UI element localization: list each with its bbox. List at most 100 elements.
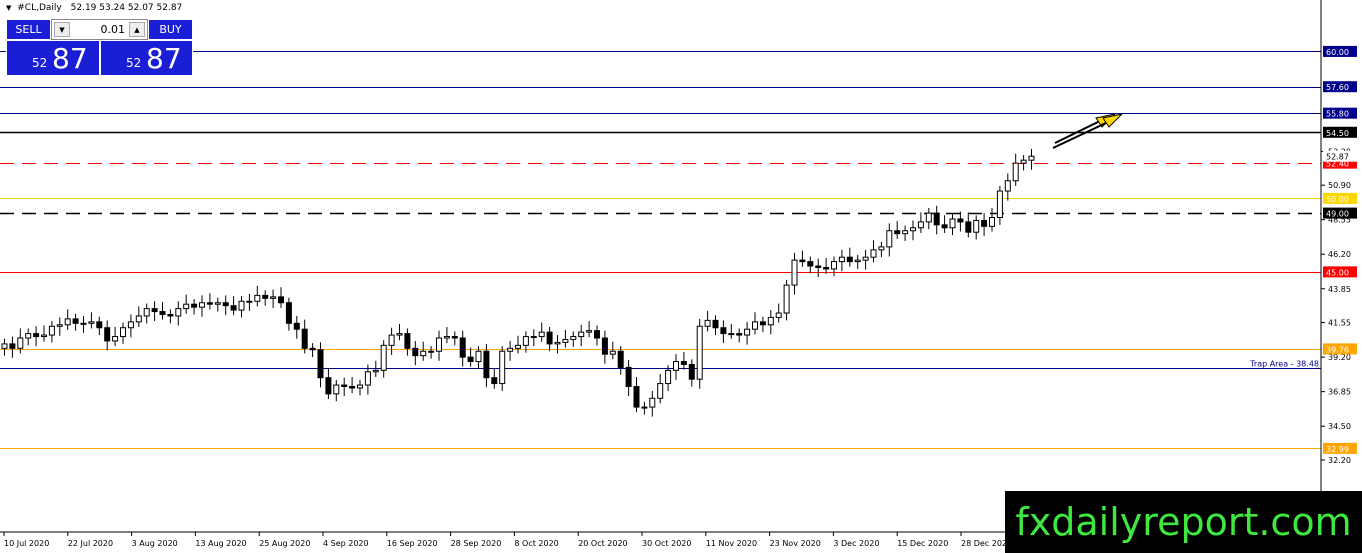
candle: [64, 309, 71, 330]
x-tick-label: 13 Aug 2020: [195, 539, 246, 548]
svg-text:32.99: 32.99: [1326, 445, 1349, 454]
candle: [238, 296, 245, 318]
candle: [246, 293, 253, 311]
candle: [775, 303, 782, 323]
candle: [736, 328, 743, 343]
price-tag: 55.80: [1323, 107, 1357, 119]
triangle-down-icon[interactable]: ▼: [6, 4, 11, 12]
candle: [680, 351, 687, 370]
x-tick-label: 3 Aug 2020: [132, 539, 178, 548]
candle: [712, 315, 719, 336]
candle: [538, 322, 545, 342]
candle: [641, 401, 648, 415]
ohlc-values: 52.19 53.24 52.07 52.87: [70, 3, 183, 13]
candle: [357, 379, 363, 396]
candle: [649, 390, 656, 417]
symbol-label: #CL,Daily: [17, 3, 62, 13]
lot-stepper: ▼ ▲: [51, 19, 148, 40]
candle: [823, 257, 830, 275]
x-tick-label: 11 Nov 2020: [706, 539, 757, 548]
candle: [199, 295, 205, 317]
candle: [530, 329, 537, 347]
candle: [878, 241, 885, 258]
candle: [262, 290, 269, 306]
lot-input[interactable]: [72, 22, 125, 37]
candle: [507, 340, 514, 361]
candle: [862, 249, 869, 270]
chevron-down-icon[interactable]: ▼: [54, 22, 70, 37]
candle: [183, 294, 190, 314]
candle: [625, 360, 632, 397]
candles: [1, 148, 1035, 417]
x-tick-label: 25 Aug 2020: [259, 539, 310, 548]
candle: [96, 316, 103, 336]
x-tick-label: 16 Sep 2020: [387, 539, 438, 548]
candle: [143, 303, 150, 324]
candle: [973, 215, 980, 240]
candle: [341, 377, 348, 397]
chevron-up-icon[interactable]: ▲: [129, 22, 145, 37]
x-tick-label: 8 Oct 2020: [514, 539, 558, 548]
candle: [325, 368, 332, 399]
y-tick-label: 46.20: [1328, 250, 1351, 259]
candle: [894, 221, 901, 239]
candle: [633, 376, 640, 413]
candle: [467, 347, 474, 367]
buy-button[interactable]: BUY: [148, 19, 193, 40]
candle: [120, 322, 126, 344]
candle: [815, 258, 822, 278]
sell-button[interactable]: SELL: [6, 19, 51, 40]
candle: [578, 324, 585, 347]
price-tag: 39.76: [1323, 343, 1357, 355]
svg-text:45.00: 45.00: [1326, 268, 1349, 277]
svg-text:39.76: 39.76: [1326, 345, 1349, 354]
candle: [420, 341, 427, 361]
candle: [688, 359, 695, 387]
candle: [396, 324, 403, 341]
svg-text:55.80: 55.80: [1326, 110, 1349, 119]
candle: [799, 250, 806, 267]
x-tick-label: 30 Oct 2020: [642, 539, 691, 548]
candle: [704, 310, 711, 332]
candle: [1012, 153, 1019, 186]
candle: [499, 346, 506, 391]
price-tag: 60.00: [1323, 45, 1357, 57]
candle: [412, 340, 419, 366]
candle: [301, 319, 308, 354]
sell-price[interactable]: 52 87: [6, 40, 100, 76]
candle: [554, 335, 561, 354]
candle: [88, 312, 95, 329]
candle: [846, 247, 853, 267]
candle: [1028, 148, 1035, 170]
price-tag: 54.50: [1323, 126, 1357, 138]
candle: [1020, 155, 1027, 171]
candle: [443, 326, 450, 344]
x-tick-label: 20 Oct 2020: [578, 539, 627, 548]
candle: [25, 328, 32, 346]
candle: [41, 325, 47, 342]
candle: [159, 302, 166, 320]
candle: [254, 285, 261, 307]
price-chart[interactable]: Trap Area - 38.48 29.8532.2034.5036.8539…: [0, 0, 1362, 553]
candle: [965, 212, 972, 238]
x-tick-label: 10 Jul 2020: [4, 539, 49, 548]
candle: [870, 240, 877, 263]
y-tick-label: 50.90: [1328, 181, 1351, 190]
x-tick-label: 23 Nov 2020: [770, 539, 821, 548]
candle: [333, 379, 340, 402]
svg-text:49.00: 49.00: [1326, 210, 1349, 219]
candle: [759, 316, 766, 333]
candle: [112, 326, 119, 347]
price-tag: 57.60: [1323, 81, 1357, 93]
buy-price[interactable]: 52 87: [100, 40, 193, 76]
candle: [673, 354, 679, 380]
candle: [941, 215, 948, 233]
candle: [135, 306, 142, 327]
candle: [570, 331, 577, 347]
candle: [831, 256, 837, 277]
candle: [48, 321, 55, 343]
svg-text:57.60: 57.60: [1326, 83, 1349, 92]
y-tick-label: 41.55: [1328, 319, 1351, 328]
candle: [151, 301, 158, 322]
candle: [720, 320, 727, 344]
